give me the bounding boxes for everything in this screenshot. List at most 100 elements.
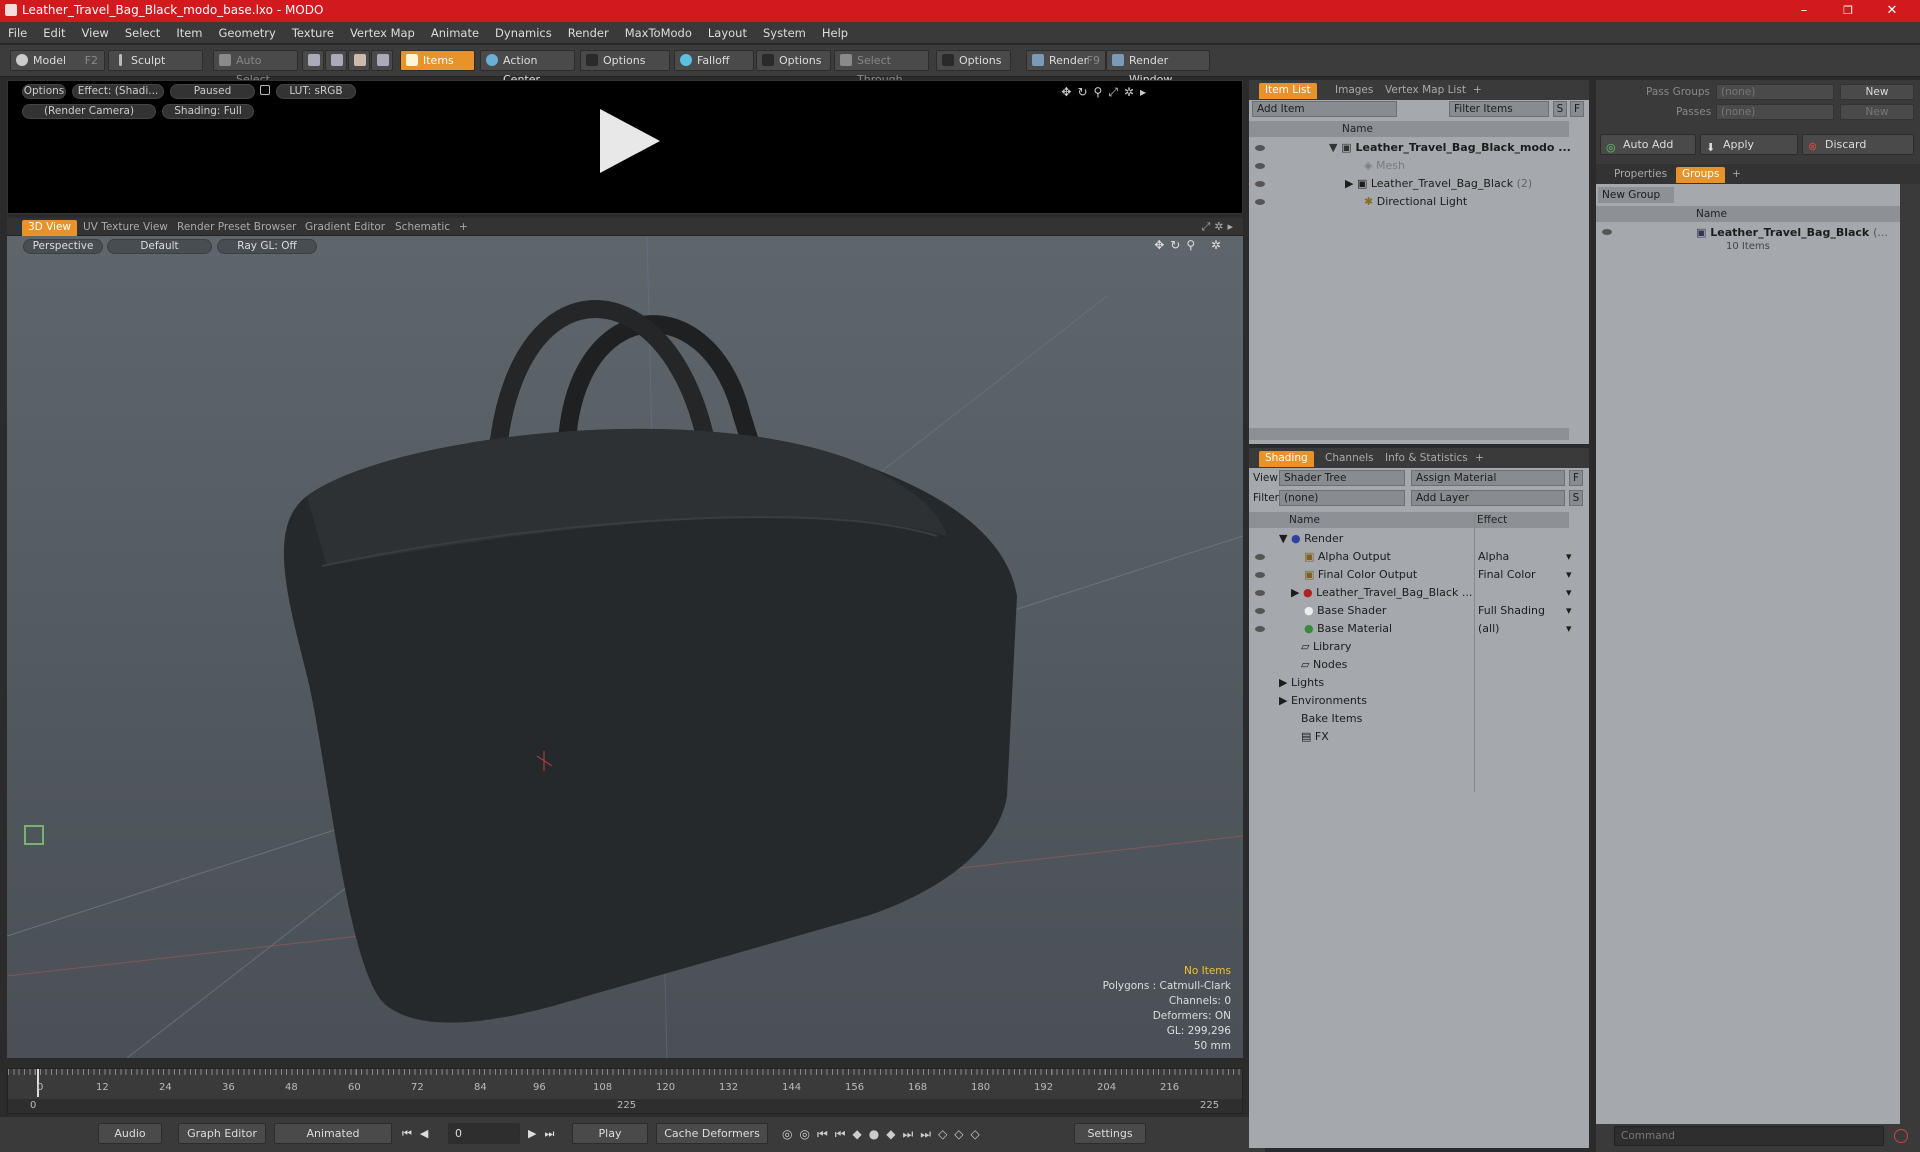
visibility-eye-icon[interactable] [1602, 229, 1612, 235]
visibility-eye-icon[interactable] [1255, 181, 1265, 187]
add-item-dropdown[interactable]: Add Item [1252, 101, 1397, 117]
shader-row-bag-material-group[interactable]: ▶ ● Leather_Travel_Bag_Black ... [1291, 584, 1472, 602]
menu-geometry[interactable]: Geometry [211, 22, 284, 44]
view-dropdown[interactable]: Shader Tree [1279, 470, 1405, 486]
alpha-effect-dropdown[interactable]: Alpha ▾ [1478, 548, 1572, 566]
visibility-eye-icon[interactable] [1255, 626, 1265, 632]
items-mode-button[interactable]: Items [400, 50, 475, 71]
timeline[interactable]: 0 12 24 36 48 60 72 84 96 108 120 132 14… [7, 1068, 1243, 1114]
select-through-button[interactable]: Select Through [834, 50, 929, 86]
item-row-bag-group[interactable]: ▶ ▣ Leather_Travel_Bag_Black (2) [1345, 175, 1532, 193]
action-center-options-button[interactable]: Options [580, 50, 670, 71]
tab-controls-icons[interactable]: ⤢✲▸ [1201, 220, 1237, 234]
menu-help[interactable]: Help [814, 22, 856, 44]
shader-row-final-color-output[interactable]: ▣ Final Color Output [1304, 566, 1417, 584]
apply-button[interactable]: ⬇ Apply [1700, 134, 1798, 155]
auto-select-button[interactable]: Auto Select [213, 50, 298, 86]
menu-animate[interactable]: Animate [423, 22, 487, 44]
menu-dynamics[interactable]: Dynamics [487, 22, 560, 44]
render-camera-dropdown[interactable]: (Render Camera) [22, 104, 156, 119]
shader-row-lights[interactable]: ▶ Lights [1279, 674, 1324, 692]
visibility-eye-icon[interactable] [1255, 590, 1265, 596]
menu-layout[interactable]: Layout [700, 22, 755, 44]
tab-render-preset-browser[interactable]: Render Preset Browser [171, 220, 302, 236]
menu-view[interactable]: View [74, 22, 117, 44]
tab-uv-texture-view[interactable]: UV Texture View [77, 220, 174, 236]
item-row-mesh[interactable]: ◈ Mesh [1364, 157, 1405, 175]
tab-shading[interactable]: Shading [1259, 451, 1314, 467]
bag-effect-dropdown[interactable]: ▾ [1566, 584, 1572, 602]
auto-add-button[interactable]: ◎ Auto Add [1600, 134, 1696, 155]
tab-item-list[interactable]: Item List [1259, 83, 1317, 99]
item-row-directional-light[interactable]: ✱ Directional Light [1364, 193, 1467, 211]
preview-effect-dropdown[interactable]: Effect: (Shadi... [72, 84, 164, 99]
lut-dropdown[interactable]: LUT: sRGB [276, 84, 356, 99]
add-tab-button[interactable]: + [453, 220, 474, 236]
menu-render[interactable]: Render [560, 22, 617, 44]
menu-edit[interactable]: Edit [35, 22, 73, 44]
tab-gradient-editor[interactable]: Gradient Editor [299, 220, 391, 236]
transport-back-icons[interactable]: ⏮◀ [402, 1127, 436, 1141]
tab-images[interactable]: Images [1329, 83, 1379, 99]
keyframe-tool-icons[interactable]: ◎◎⏮⏮◆●◆⏭⏭◇◇◇ [782, 1127, 987, 1142]
new-pass-group-button[interactable]: New [1840, 84, 1914, 100]
3d-viewport[interactable]: Perspective Default Ray GL: Off ✥↻⚲ ✲ No… [7, 236, 1243, 1058]
base-material-effect-dropdown[interactable]: (all) ▾ [1478, 620, 1572, 638]
item-list-scrollbar[interactable] [1249, 428, 1569, 440]
add-tab-button[interactable]: + [1726, 167, 1747, 183]
shader-row-base-material[interactable]: ● Base Material [1304, 620, 1392, 638]
visibility-eye-icon[interactable] [1255, 572, 1265, 578]
graph-editor-button[interactable]: Graph Editor [178, 1123, 266, 1144]
preview-nav-icons[interactable]: ✥↻⚲⤢✲▸ [1061, 85, 1152, 100]
new-group-button[interactable]: New Group [1598, 187, 1674, 203]
lock-icon[interactable] [260, 85, 270, 95]
edges-mode-button[interactable] [325, 50, 347, 71]
new-pass-button[interactable]: New [1840, 104, 1914, 120]
preview-options-button[interactable]: Options [22, 84, 66, 99]
pass-groups-dropdown[interactable]: (none) [1716, 84, 1834, 100]
filter-dropdown[interactable]: (none) [1279, 490, 1405, 506]
visibility-eye-icon[interactable] [1255, 199, 1265, 205]
falloff-options-button[interactable]: Options [756, 50, 831, 71]
s-button[interactable]: S [1553, 101, 1567, 117]
add-tab-button[interactable]: + [1467, 83, 1488, 99]
shader-row-bake-items[interactable]: Bake Items [1301, 710, 1362, 728]
tab-groups[interactable]: Groups [1676, 167, 1726, 183]
filter-items-input[interactable]: Filter Items [1449, 101, 1549, 117]
visibility-eye-icon[interactable] [1255, 608, 1265, 614]
f-button[interactable]: F [1570, 101, 1584, 117]
tab-info-statistics[interactable]: Info & Statistics [1379, 451, 1474, 467]
shading-dropdown[interactable]: Shading: Full [162, 104, 254, 119]
render-window-button[interactable]: Render Window [1106, 50, 1210, 86]
play-icon[interactable] [600, 109, 660, 173]
visibility-eye-icon[interactable] [1255, 145, 1265, 151]
shader-row-render[interactable]: ▼ ● Render [1279, 530, 1343, 548]
menu-file[interactable]: File [0, 22, 35, 44]
menu-system[interactable]: System [755, 22, 814, 44]
menu-select[interactable]: Select [117, 22, 168, 44]
audio-button[interactable]: Audio [98, 1123, 162, 1144]
tab-vertex-map-list[interactable]: Vertex Map List [1379, 83, 1472, 99]
vertices-mode-button[interactable] [302, 50, 324, 71]
item-row-scene[interactable]: ▼ ▣ Leather_Travel_Bag_Black_modo ... [1329, 139, 1571, 157]
command-stop-icon[interactable] [1894, 1129, 1908, 1143]
passes-dropdown[interactable]: (none) [1716, 104, 1834, 120]
shader-row-alpha-output[interactable]: ▣ Alpha Output [1304, 548, 1391, 566]
settings-button[interactable]: Settings [1074, 1123, 1146, 1144]
group-row[interactable]: ▣ Leather_Travel_Bag_Black (... [1696, 224, 1888, 242]
action-center-button[interactable]: Action Center [480, 50, 575, 86]
select-through-options-button[interactable]: Options [936, 50, 1011, 71]
menu-item[interactable]: Item [168, 22, 210, 44]
tab-3d-view[interactable]: 3D View [22, 220, 78, 236]
discard-button[interactable]: ⊗ Discard [1802, 134, 1914, 155]
shader-row-base-shader[interactable]: ● Base Shader [1304, 602, 1386, 620]
s-button[interactable]: S [1569, 490, 1583, 506]
preview-paused-button[interactable]: Paused [170, 84, 255, 99]
shader-row-fx[interactable]: ▤ FX [1301, 728, 1329, 746]
maximize-button[interactable]: ❐ [1826, 0, 1870, 22]
falloff-button[interactable]: Falloff [674, 50, 754, 71]
sculpt-button[interactable]: Sculpt [108, 50, 203, 71]
animated-dropdown[interactable]: Animated [274, 1123, 392, 1144]
f-button[interactable]: F [1569, 470, 1583, 486]
play-button[interactable]: Play [572, 1123, 648, 1144]
